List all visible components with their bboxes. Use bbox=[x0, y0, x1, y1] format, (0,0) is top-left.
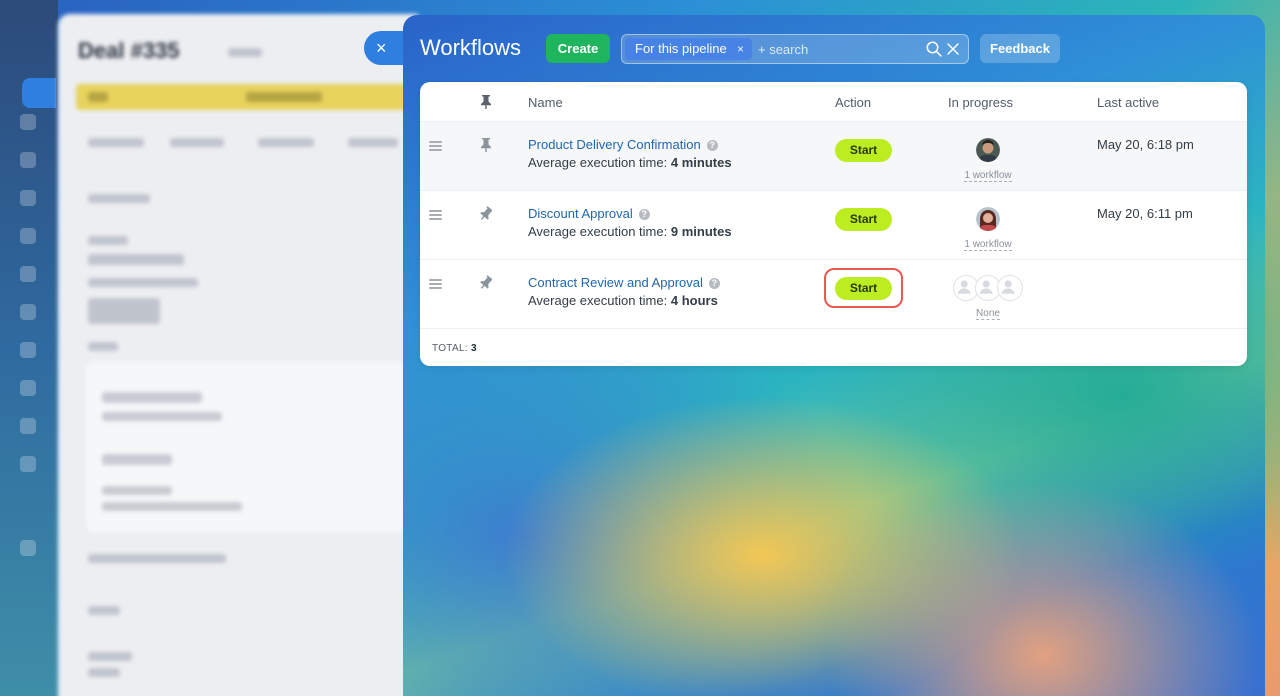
pin-icon[interactable] bbox=[480, 275, 492, 291]
clear-search-icon[interactable] bbox=[944, 40, 962, 58]
deal-field bbox=[88, 668, 120, 677]
column-header-action[interactable]: Action bbox=[835, 95, 871, 110]
rail-active-item bbox=[22, 78, 56, 108]
empty-avatar-icon bbox=[997, 275, 1023, 301]
deal-field bbox=[88, 342, 118, 351]
in-progress-link[interactable]: 1 workflow bbox=[940, 170, 1036, 182]
deal-field bbox=[88, 606, 120, 615]
rail-icon[interactable] bbox=[20, 456, 36, 472]
rail-icon[interactable] bbox=[20, 114, 36, 130]
table-row[interactable]: Product Delivery Confirmation? Average e… bbox=[420, 122, 1247, 191]
rail-icon[interactable] bbox=[20, 304, 36, 320]
deal-field bbox=[88, 278, 198, 287]
column-header-name[interactable]: Name bbox=[528, 95, 563, 110]
panel-header: Workflows Create For this pipeline × Fee… bbox=[403, 15, 1265, 81]
execution-time-value: 4 minutes bbox=[670, 155, 732, 170]
execution-time-label: Average execution time: bbox=[528, 293, 668, 308]
rail-icon[interactable] bbox=[20, 152, 36, 168]
filter-chip-label: For this pipeline bbox=[635, 41, 727, 56]
column-header-in-progress[interactable]: In progress bbox=[948, 95, 1013, 110]
deal-field bbox=[88, 236, 128, 245]
deal-tab bbox=[170, 138, 224, 147]
column-header-last-active[interactable]: Last active bbox=[1097, 95, 1159, 110]
rail-icon[interactable] bbox=[20, 380, 36, 396]
workflow-name-link[interactable]: Product Delivery Confirmation? bbox=[528, 137, 718, 152]
pin-icon[interactable] bbox=[480, 206, 492, 222]
deal-amount bbox=[88, 298, 160, 324]
drag-handle-icon[interactable] bbox=[429, 210, 442, 220]
deal-placeholder-line bbox=[228, 48, 262, 57]
avatar[interactable] bbox=[976, 138, 1000, 162]
rail-icon[interactable] bbox=[20, 418, 36, 434]
in-progress-count[interactable]: 1 workflow bbox=[964, 170, 1012, 182]
deal-stage-bar bbox=[76, 84, 418, 110]
help-icon[interactable]: ? bbox=[708, 278, 720, 289]
in-progress-count[interactable]: None bbox=[976, 308, 1000, 320]
background-deal-card: Deal #335 bbox=[58, 14, 418, 696]
workflows-table: Name Action In progress Last active Prod… bbox=[420, 82, 1247, 366]
start-button[interactable]: Start bbox=[835, 277, 892, 300]
deal-field bbox=[88, 254, 184, 265]
deal-tab bbox=[88, 138, 144, 147]
rail-icon[interactable] bbox=[20, 190, 36, 206]
execution-time: Average execution time: 9 minutes bbox=[528, 224, 732, 239]
create-button[interactable]: Create bbox=[546, 34, 610, 63]
last-active-date: May 20, 6:18 pm bbox=[1097, 137, 1194, 152]
table-row[interactable]: Discount Approval? Average execution tim… bbox=[420, 191, 1247, 260]
pin-column-icon bbox=[481, 95, 491, 109]
search-icon[interactable] bbox=[925, 40, 943, 58]
workflow-name[interactable]: Discount Approval bbox=[528, 206, 633, 221]
close-icon: × bbox=[376, 38, 387, 58]
feedback-button[interactable]: Feedback bbox=[980, 34, 1060, 63]
execution-time-value: 4 hours bbox=[670, 293, 718, 308]
search-box[interactable]: For this pipeline × bbox=[621, 34, 969, 64]
deal-field bbox=[88, 652, 132, 661]
drag-handle-icon[interactable] bbox=[429, 141, 442, 151]
start-button[interactable]: Start bbox=[835, 208, 892, 231]
avatar[interactable] bbox=[976, 207, 1000, 231]
deal-contact-panel bbox=[86, 362, 406, 532]
execution-time: Average execution time: 4 hours bbox=[528, 293, 718, 308]
rail-icon[interactable] bbox=[20, 228, 36, 244]
execution-time-label: Average execution time: bbox=[528, 224, 668, 239]
rail-icon[interactable] bbox=[20, 266, 36, 282]
workflow-name-link[interactable]: Contract Review and Approval? bbox=[528, 275, 720, 290]
workflow-name[interactable]: Contract Review and Approval bbox=[528, 275, 703, 290]
deal-field bbox=[88, 554, 226, 563]
last-active-date: May 20, 6:11 pm bbox=[1097, 206, 1193, 221]
rail-icon[interactable] bbox=[20, 540, 36, 556]
workflow-name-link[interactable]: Discount Approval? bbox=[528, 206, 650, 221]
search-input[interactable] bbox=[758, 39, 908, 59]
drag-handle-icon[interactable] bbox=[429, 279, 442, 289]
help-icon[interactable]: ? bbox=[638, 209, 650, 220]
deal-field bbox=[88, 194, 150, 203]
table-row[interactable]: Contract Review and Approval? Average ex… bbox=[420, 260, 1247, 329]
filter-chip[interactable]: For this pipeline × bbox=[625, 38, 752, 60]
deal-tab bbox=[258, 138, 314, 147]
chip-remove-icon[interactable]: × bbox=[737, 38, 744, 60]
total-value: 3 bbox=[470, 343, 477, 354]
execution-time: Average execution time: 4 minutes bbox=[528, 155, 732, 170]
app-rail bbox=[0, 0, 58, 696]
deal-tab bbox=[348, 138, 398, 147]
total-count: TOTAL: 3 bbox=[432, 343, 477, 354]
workflows-panel: Workflows Create For this pipeline × Fee… bbox=[403, 15, 1265, 696]
rail-icon[interactable] bbox=[20, 342, 36, 358]
total-label: TOTAL: bbox=[432, 343, 468, 354]
deal-title: Deal #335 bbox=[78, 38, 180, 63]
page-title: Workflows bbox=[420, 35, 522, 60]
workflow-name[interactable]: Product Delivery Confirmation bbox=[528, 137, 701, 152]
in-progress-link[interactable]: None bbox=[940, 308, 1036, 320]
help-icon[interactable]: ? bbox=[706, 140, 718, 151]
start-button[interactable]: Start bbox=[835, 139, 892, 162]
in-progress-link[interactable]: 1 workflow bbox=[940, 239, 1036, 251]
execution-time-value: 9 minutes bbox=[670, 224, 732, 239]
in-progress-count[interactable]: 1 workflow bbox=[964, 239, 1012, 251]
execution-time-label: Average execution time: bbox=[528, 155, 668, 170]
pin-icon[interactable] bbox=[480, 137, 492, 153]
table-header: Name Action In progress Last active bbox=[420, 82, 1247, 122]
